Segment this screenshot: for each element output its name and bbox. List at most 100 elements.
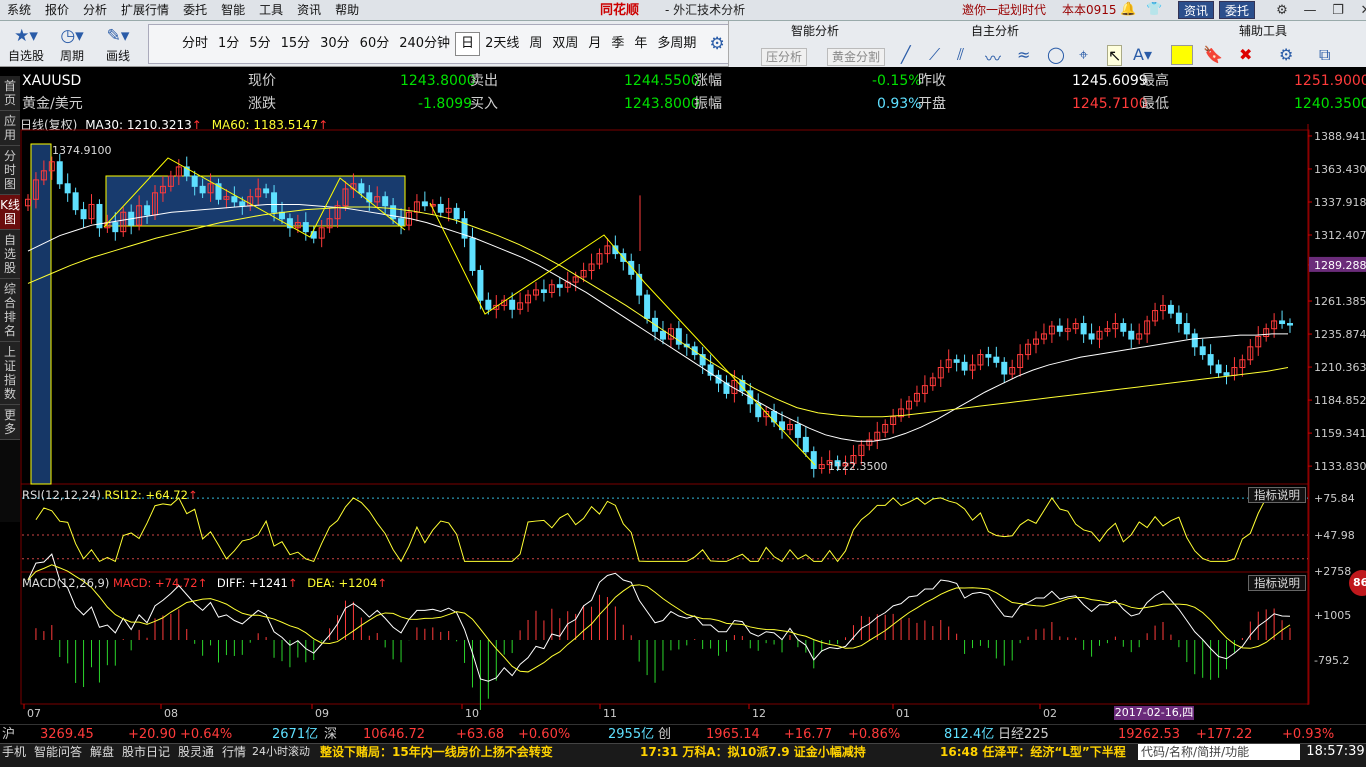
- candle-body: [112, 222, 119, 233]
- nk-index[interactable]: 19262.53: [1118, 725, 1180, 744]
- macd-tick-label: +1005: [1314, 609, 1351, 622]
- rsi-tick-label: +47.98: [1314, 529, 1355, 542]
- news-item[interactable]: 16:48 任泽平：经济“L型”下半程: [940, 744, 1126, 760]
- candle-body: [231, 196, 238, 203]
- candle-body: [628, 260, 635, 275]
- status-qa[interactable]: 智能问答: [34, 744, 82, 760]
- trend-line: [429, 202, 816, 466]
- rsi-label: RSI(12,12,24): [22, 488, 101, 502]
- candle-body: [802, 436, 809, 453]
- candle-body: [953, 359, 960, 363]
- status-diary[interactable]: 股市日记: [122, 744, 170, 760]
- sh-index[interactable]: 3269.45: [40, 725, 94, 744]
- candle-body: [64, 183, 71, 194]
- candle-body: [390, 205, 397, 220]
- rsi-title: RSI(12,12,24) RSI12: +64.72↑: [22, 488, 198, 502]
- candle-body: [382, 196, 389, 207]
- macd-arrow-icon: ↑: [197, 576, 208, 590]
- candle-body: [1191, 333, 1198, 348]
- rsi12-value: RSI12: +64.72: [104, 488, 188, 502]
- status-mobile[interactable]: 手机: [2, 744, 26, 760]
- macd-tick-label: -795.2: [1314, 654, 1349, 667]
- rsi-help-button[interactable]: 指标说明: [1248, 487, 1306, 503]
- candle-body: [1183, 323, 1190, 335]
- candle-body: [1167, 304, 1174, 314]
- y-tick-label: 1337.918: [1314, 196, 1366, 209]
- sh-pct: +0.64%: [180, 727, 233, 742]
- dea-value: DEA: +1204: [307, 576, 378, 590]
- y-tick-label: 1312.407: [1314, 229, 1366, 242]
- candle-body: [144, 205, 151, 216]
- cursor-date: 2017-02-16,四: [1114, 706, 1194, 720]
- cy-index[interactable]: 1965.14: [706, 725, 760, 744]
- candle-body: [1175, 312, 1182, 325]
- low-label: 1122.3500: [828, 460, 888, 473]
- candle-body: [659, 330, 666, 340]
- ma60-line: [27, 206, 1289, 418]
- sh-volume: 2671亿: [272, 727, 319, 742]
- candle-body: [993, 356, 1000, 363]
- candle-body: [72, 192, 79, 211]
- x-tick-label: 11: [603, 707, 617, 720]
- clock: 18:57:39: [1305, 744, 1366, 760]
- rsi-tick-label: +75.84: [1314, 492, 1355, 505]
- kline-chart[interactable]: 1374.9100 1122.3500 1388.941 1363.430 1337.…: [0, 0, 1366, 767]
- candle-body: [1287, 323, 1293, 326]
- candle-body: [794, 423, 801, 438]
- macd-help-button[interactable]: 指标说明: [1248, 575, 1306, 591]
- sz-label: 深: [324, 727, 338, 742]
- sz-index[interactable]: 10646.72: [363, 725, 425, 744]
- diff-value: DIFF: +1241: [216, 576, 288, 590]
- candle-body: [191, 175, 198, 187]
- y-tick-label: 1210.363: [1314, 361, 1366, 374]
- macd-tick-label: +2758: [1314, 565, 1351, 578]
- candle-body: [1120, 323, 1127, 332]
- candle-body: [1279, 320, 1286, 325]
- x-tick-label: 12: [752, 707, 766, 720]
- candle-body: [199, 185, 206, 194]
- news-item[interactable]: 17:31 万科A：拟10派7.9 证金小幅减持: [640, 744, 866, 760]
- y-tick-label: 1363.430: [1314, 163, 1366, 176]
- sz-change: +63.68: [456, 727, 505, 742]
- y-tick-label: 1159.341: [1314, 427, 1366, 440]
- macd-label: MACD(12,26,9): [22, 576, 110, 590]
- candle-body: [271, 192, 278, 213]
- candle-body: [1207, 354, 1214, 366]
- candle-body: [1080, 323, 1087, 335]
- rsi-line: [35, 497, 1291, 563]
- candle-body: [961, 361, 968, 371]
- y-tick-label: 1235.874: [1314, 328, 1366, 341]
- news-item[interactable]: 整设下赌局：15年内一线房价上扬不会转变: [320, 744, 553, 760]
- high-label: 1374.9100: [52, 144, 112, 157]
- candle-body: [1128, 330, 1135, 340]
- x-tick-label: 10: [465, 707, 479, 720]
- candle-body: [56, 161, 63, 185]
- cy-label: 创: [658, 727, 672, 742]
- status-analysis[interactable]: 解盘: [90, 744, 114, 760]
- nk-pct: +0.93%: [1282, 727, 1335, 742]
- status-market[interactable]: 行情: [222, 744, 246, 760]
- candle-body: [437, 203, 444, 213]
- y-tick-label: 1184.852: [1314, 394, 1366, 407]
- sz-volume: 2955亿: [608, 727, 655, 742]
- candle-body: [485, 299, 492, 310]
- sz-pct: +0.60%: [518, 727, 571, 742]
- candle-body: [453, 207, 460, 220]
- candle-body: [540, 289, 547, 293]
- candle-body: [302, 222, 309, 233]
- candle-body: [421, 201, 428, 207]
- macd-value: MACD: +74.72: [113, 576, 198, 590]
- diff-line: [27, 553, 1291, 682]
- candle-body: [239, 201, 246, 207]
- candle-body: [1199, 346, 1206, 356]
- candle-body: [771, 411, 778, 423]
- cy-pct: +0.86%: [848, 727, 901, 742]
- candle-body: [1001, 361, 1008, 375]
- search-input[interactable]: 代码/名称/简拼/功能: [1138, 744, 1300, 760]
- candle-body: [263, 188, 270, 194]
- candle-body: [985, 354, 992, 358]
- y-tick-label: 1289.288: [1314, 259, 1366, 272]
- candle-body: [1056, 325, 1063, 332]
- status-24h[interactable]: 24小时滚动: [252, 744, 310, 760]
- status-lingtong[interactable]: 股灵通: [178, 744, 214, 760]
